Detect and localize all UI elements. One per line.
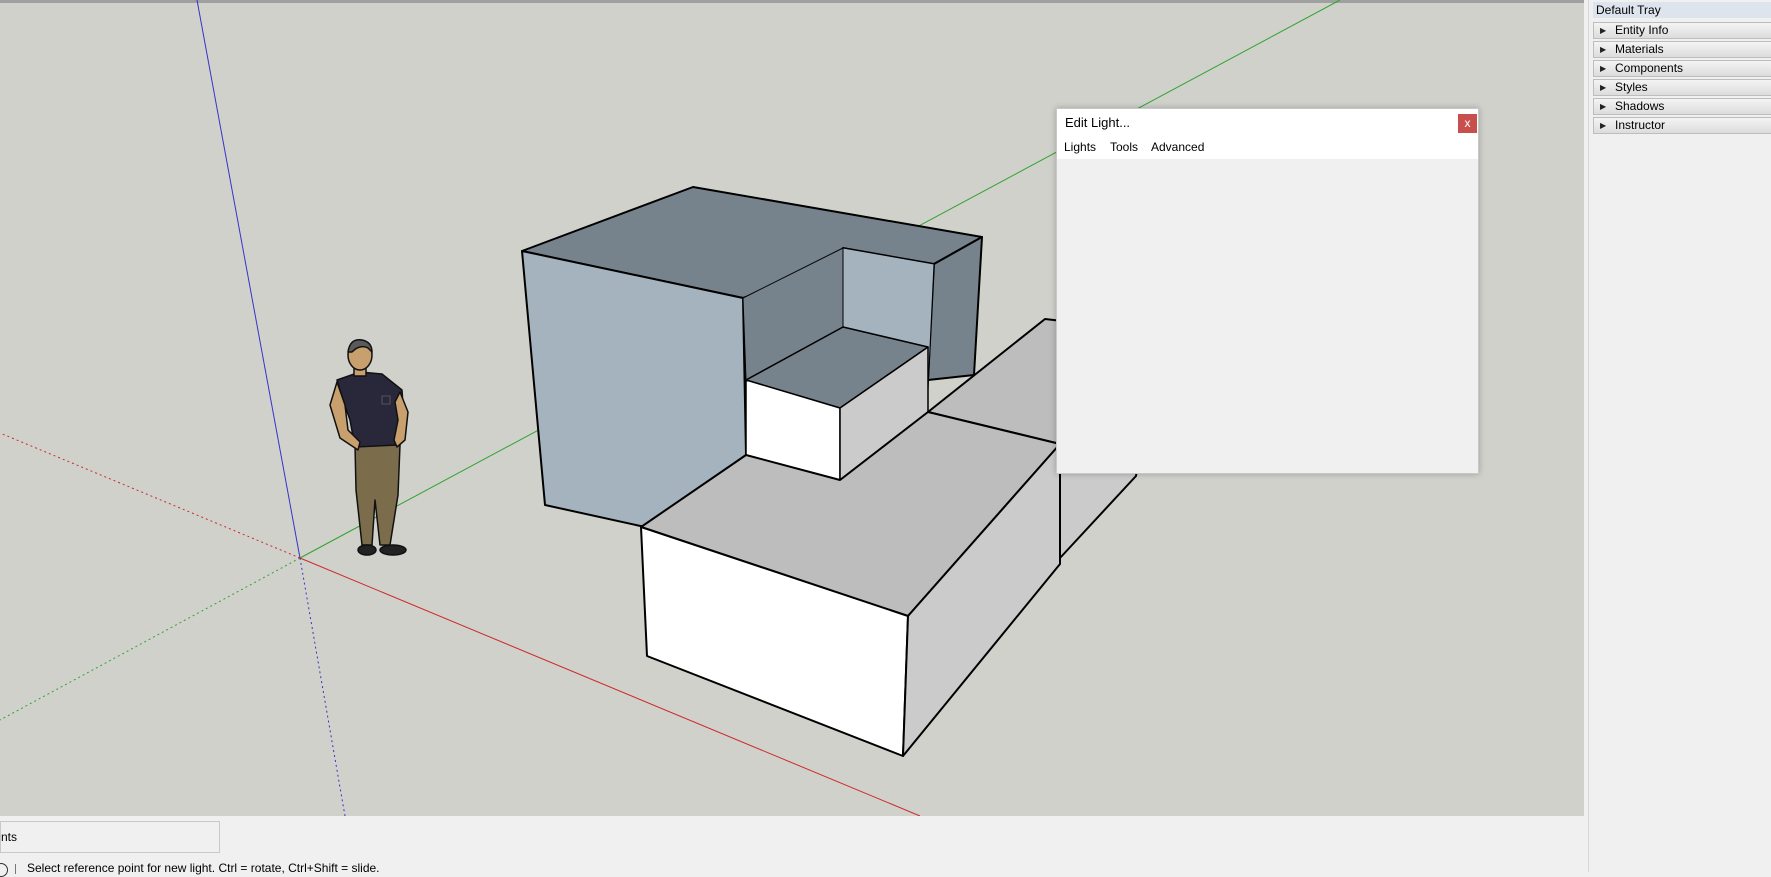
tray-panel-label: Entity Info	[1615, 23, 1669, 37]
figure-legs	[354, 444, 401, 546]
tray-panel-label: Instructor	[1615, 118, 1666, 132]
close-icon: x	[1464, 116, 1471, 130]
dialog-content-area	[1057, 159, 1478, 473]
tray-title: Default Tray	[1593, 2, 1771, 18]
dialog-menubar: Lights Tools Advanced	[1057, 138, 1478, 157]
tray-panel-label: Materials	[1615, 42, 1664, 56]
tray-panel-entity-info[interactable]: ▶ Entity Info	[1593, 22, 1771, 39]
blue-axis	[196, 0, 301, 559]
menu-lights[interactable]: Lights	[1064, 140, 1096, 154]
status-bar: Select reference point for new light. Ct…	[0, 856, 1588, 877]
expand-triangle-icon: ▶	[1600, 121, 1607, 130]
info-icon[interactable]	[0, 863, 8, 877]
measurements-input[interactable]	[63, 825, 217, 851]
blue-axis-negative	[299, 557, 346, 816]
tray-panel-instructor[interactable]: ▶ Instructor	[1593, 117, 1771, 134]
close-button[interactable]: x	[1458, 114, 1477, 133]
status-text: Select reference point for new light. Ct…	[27, 861, 380, 875]
tray-panel-shadows[interactable]: ▶ Shadows	[1593, 98, 1771, 115]
default-tray: Default Tray ▶ Entity Info ▶ Materials ▶…	[1588, 0, 1771, 872]
tray-panel-label: Components	[1615, 61, 1684, 75]
edit-light-dialog: Edit Light... x Lights Tools Advanced	[1056, 108, 1479, 474]
tray-panel-label: Styles	[1615, 80, 1648, 94]
green-axis-negative	[0, 557, 301, 721]
menu-tools[interactable]: Tools	[1110, 140, 1138, 154]
scale-figure-person	[329, 339, 409, 556]
expand-triangle-icon: ▶	[1600, 102, 1607, 111]
measurements-box: nts	[0, 821, 220, 853]
status-separator	[15, 864, 16, 874]
tray-panel-materials[interactable]: ▶ Materials	[1593, 41, 1771, 58]
tray-panel-label: Shadows	[1615, 99, 1665, 113]
measurements-label: nts	[1, 830, 18, 844]
bottom-toolbar: nts	[0, 816, 1584, 856]
tray-panel-styles[interactable]: ▶ Styles	[1593, 79, 1771, 96]
expand-triangle-icon: ▶	[1600, 26, 1607, 35]
expand-triangle-icon: ▶	[1600, 64, 1607, 73]
menu-advanced[interactable]: Advanced	[1151, 140, 1204, 154]
dialog-title: Edit Light...	[1065, 115, 1131, 130]
expand-triangle-icon: ▶	[1600, 45, 1607, 54]
red-axis-negative	[0, 432, 301, 559]
expand-triangle-icon: ▶	[1600, 83, 1607, 92]
tray-panel-components[interactable]: ▶ Components	[1593, 60, 1771, 77]
